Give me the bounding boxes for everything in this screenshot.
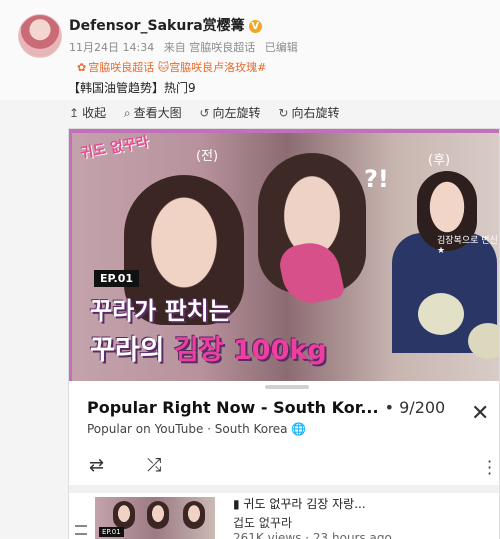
topic-tag[interactable]: 宫脇咲良超话 [88, 61, 154, 74]
more-options-icon[interactable]: · · · [487, 454, 492, 482]
post-header: Defensor_Sakura赏樱篝 V 11月24日 14:34 来自 宫脇咲良… [0, 0, 500, 100]
before-label: (전) [196, 149, 219, 164]
rotate-right-button[interactable]: ↻ 向右旋转 [278, 104, 339, 121]
view-large-button[interactable]: ⌕ 查看大图 [124, 104, 182, 121]
cat-icon: 🐱 [157, 61, 170, 74]
post-source[interactable]: 来自 宫脇咲良超话 [164, 41, 256, 54]
flower-icon: ✿ [77, 61, 87, 74]
post-time[interactable]: 11月24日 14:34 [69, 41, 154, 54]
rotate-left-button[interactable]: ↺ 向左旋转 [199, 104, 260, 121]
question-label: ?! [364, 165, 389, 193]
post-text: 【韩国油管趋势】热门9 [68, 81, 196, 95]
rotate-right-icon: ↻ [278, 106, 289, 120]
avatar[interactable] [18, 14, 62, 58]
cabbage-image [468, 323, 499, 359]
post-meta: 11月24日 14:34 来自 宫脇咲良超话 已编辑 [69, 39, 304, 55]
playlist-subtitle: Popular on YouTube · South Korea 🌐 [87, 422, 307, 436]
drag-handle[interactable] [265, 385, 309, 389]
rotate-left-icon: ↺ [199, 106, 210, 120]
after-label: (후) [428, 153, 451, 168]
topic-tags: ✿ 宫脇咲良超话 🐱宫脇咲良卢洛玫瑰# [77, 59, 266, 75]
thumbnail-caption-line2: 꾸라의 김장 100kg [90, 335, 327, 366]
episode-badge: EP.01 [94, 270, 140, 287]
playlist-position: • 9/200 [384, 398, 446, 417]
close-icon[interactable]: ✕ [471, 401, 489, 426]
collapse-button[interactable]: ↥ 收起 [69, 104, 106, 121]
next-video-thumbnail[interactable]: EP.01 [95, 497, 215, 539]
next-video-title[interactable]: ▮ 귀도 없꾸라 김장 자랑... [233, 495, 366, 512]
side-note: 김장복으로 변신★ [437, 236, 498, 256]
reorder-handle-icon[interactable] [75, 525, 87, 535]
playlist-title[interactable]: Popular Right Now - South Kor... • 9/200 [87, 398, 445, 417]
loop-icon[interactable]: ⇄ [89, 455, 104, 476]
verified-badge-icon: V [248, 20, 262, 33]
divider [69, 485, 499, 493]
collapse-icon: ↥ [69, 106, 80, 120]
video-thumbnail[interactable]: 귀도 없꾸라 (전) ?! (후) 김장복으로 변신★ EP.01 꾸라가 판치… [69, 129, 499, 381]
globe-icon: 🌐 [291, 422, 307, 436]
next-video-channel[interactable]: 겁도 없꾸라 [233, 514, 292, 531]
edited-label[interactable]: 已编辑 [265, 41, 298, 54]
cabbage-image [418, 293, 464, 335]
search-icon: ⌕ [123, 106, 131, 120]
shuffle-icon[interactable]: ⤮ [147, 455, 161, 476]
episode-badge: EP.01 [99, 527, 124, 537]
username[interactable]: Defensor_Sakura赏樱篝 V [69, 15, 262, 35]
topic-tag[interactable]: 宫脇咲良卢洛玫瑰# [169, 61, 266, 74]
image-toolbar: ↥ 收起 ⌕ 查看大图 ↺ 向左旋转 ↻ 向右旋转 [69, 104, 353, 126]
weibo-post: Defensor_Sakura赏樱篝 V 11月24日 14:34 来自 宫脇咲良… [0, 0, 500, 539]
post-image[interactable]: 귀도 없꾸라 (전) ?! (후) 김장복으로 변신★ EP.01 꾸라가 판치… [68, 128, 500, 539]
thumbnail-caption-line1: 꾸라가 판치는 [90, 297, 231, 325]
